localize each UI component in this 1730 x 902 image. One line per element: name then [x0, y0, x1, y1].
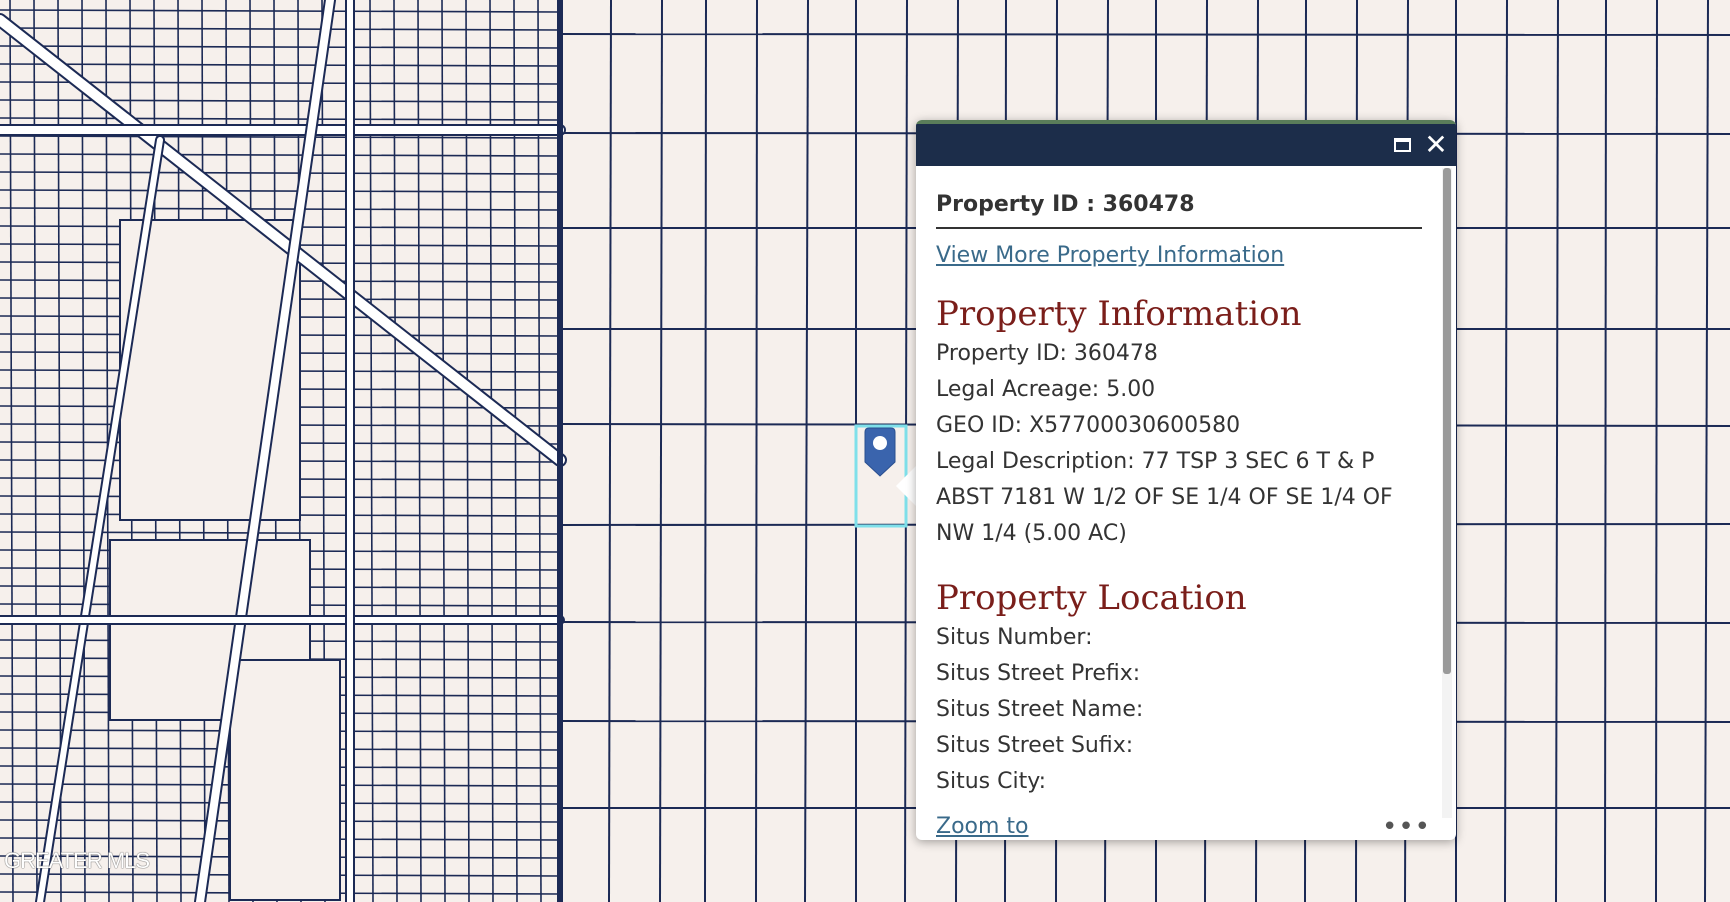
map-line — [755, 0, 758, 902]
situs-street-prefix-row: Situs Street Prefix: — [936, 661, 1141, 686]
popup-pointer — [896, 466, 916, 506]
legal-description-row: Legal Description: 77 TSP 3 SEC 6 T & P … — [936, 449, 1393, 546]
more-options-icon[interactable]: ••• — [1382, 812, 1431, 840]
legal-acreage-row: Legal Acreage: 5.00 — [936, 377, 1156, 402]
property-popup: ✕ Property ID : 360478 View More Propert… — [916, 120, 1456, 840]
situs-city-row: Situs City: — [936, 769, 1047, 794]
map-line — [1655, 0, 1658, 902]
geo-id-row: GEO ID: X57700030600580 — [936, 413, 1241, 438]
popup-scrollbar-thumb[interactable] — [1443, 168, 1451, 674]
situs-number-row: Situs Number: — [936, 625, 1093, 650]
situs-street-name-row: Situs Street Name: — [936, 697, 1144, 722]
map-line — [561, 33, 1730, 36]
map-line — [1604, 0, 1607, 902]
view-more-property-link[interactable]: View More Property Information — [936, 243, 1422, 268]
property-id-row: Property ID: 360478 — [936, 341, 1158, 366]
mls-watermark: GREATER MLS — [4, 848, 150, 873]
popup-footer: Zoom to ••• — [916, 812, 1456, 840]
popup-title: Property ID : 360478 — [936, 192, 1422, 229]
section-heading-property-location: Property Location — [936, 578, 1247, 618]
zoom-to-link[interactable]: Zoom to — [936, 814, 1029, 839]
situs-street-sufix-row: Situs Street Sufix: — [936, 733, 1134, 758]
section-heading-property-information: Property Information — [936, 294, 1302, 334]
close-icon[interactable]: ✕ — [1422, 131, 1450, 159]
maximize-icon[interactable] — [1388, 131, 1416, 159]
popup-scrollbar[interactable] — [1442, 168, 1452, 818]
open-lot — [229, 659, 341, 901]
popup-content[interactable]: Property ID : 360478 View More Property … — [936, 166, 1422, 820]
popup-header: ✕ — [916, 124, 1456, 166]
map-line — [704, 0, 707, 902]
parcel-map[interactable] — [0, 0, 1730, 902]
